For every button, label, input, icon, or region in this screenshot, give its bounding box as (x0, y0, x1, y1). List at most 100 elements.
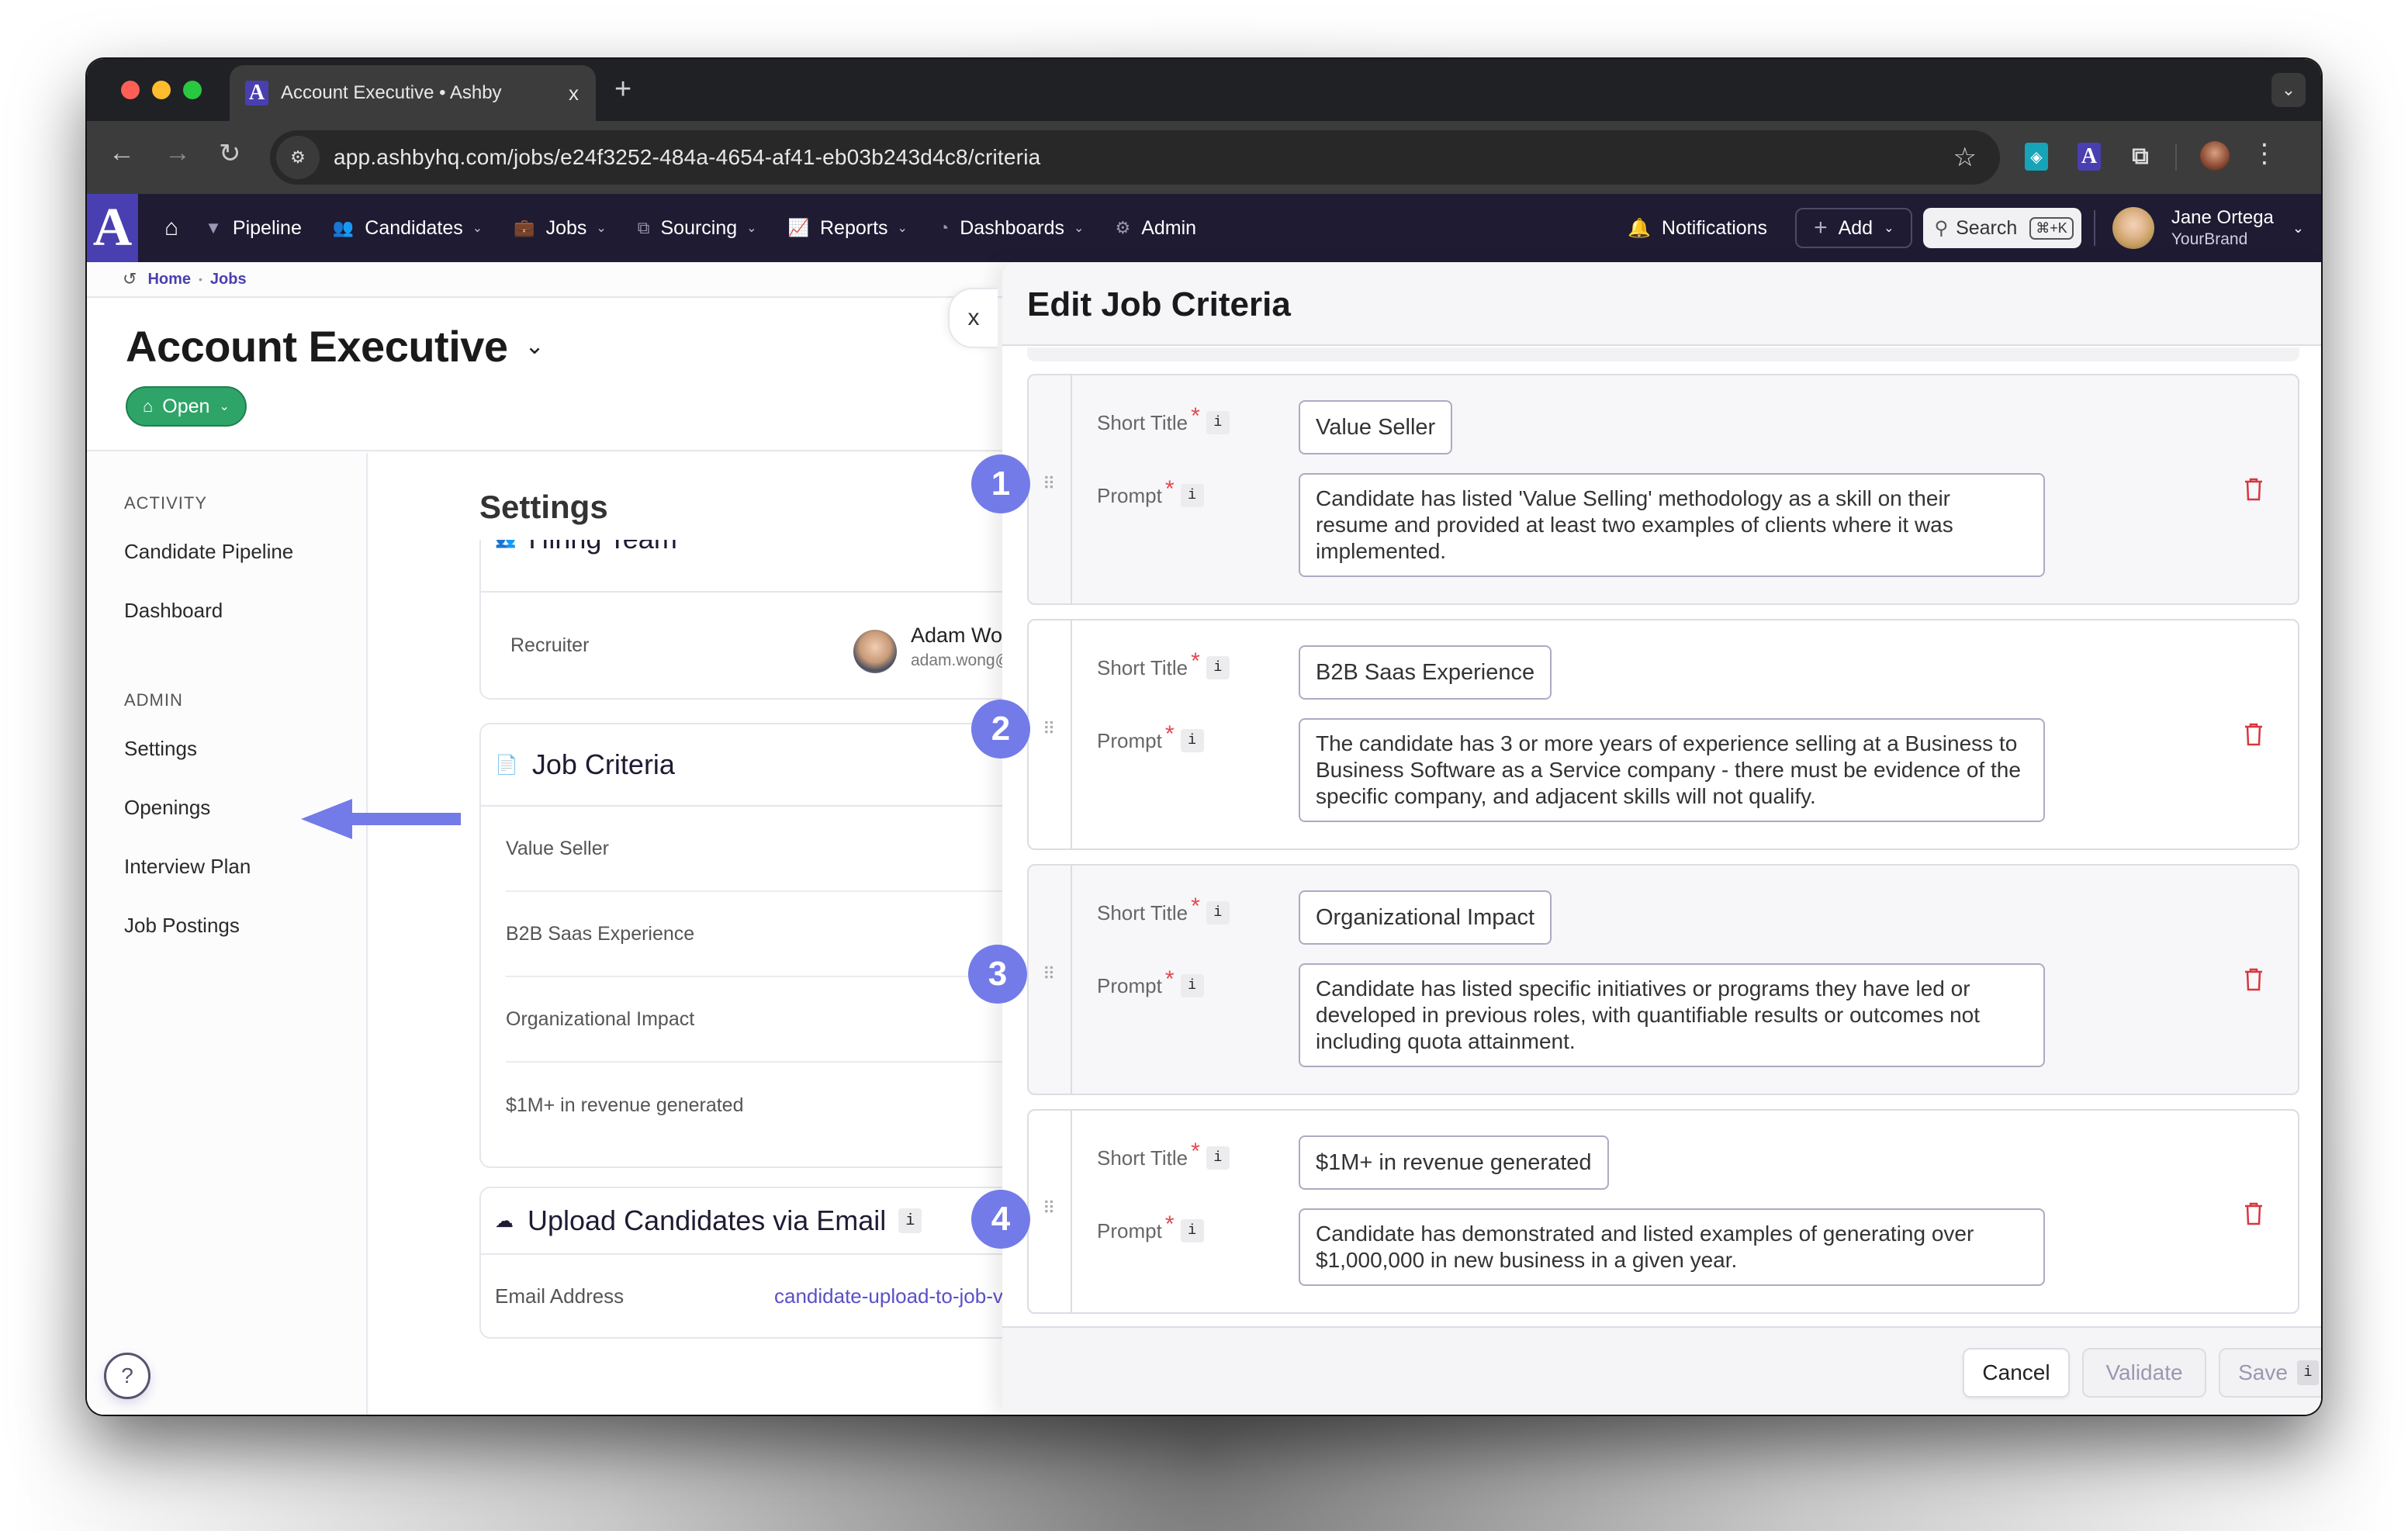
nav-reports[interactable]: 📈 Reports ⌄ (788, 217, 908, 240)
extension-icon[interactable]: ◈ (2025, 143, 2048, 171)
trash-icon[interactable] (2244, 723, 2264, 746)
drag-handle-icon[interactable]: ⠿ (1043, 475, 1058, 492)
drag-handle-icon[interactable]: ⠿ (1043, 1200, 1058, 1217)
sidenav-job-postings[interactable]: Job Postings (124, 914, 240, 938)
browser-profile-avatar[interactable] (2200, 141, 2230, 171)
info-icon[interactable]: i (1180, 484, 1204, 507)
drag-handle-icon[interactable]: ⠿ (1043, 721, 1058, 738)
bell-icon: 🔔 (1628, 217, 1651, 239)
nav-jobs[interactable]: 💼 Jobs ⌄ (514, 217, 607, 240)
ashby-logo[interactable]: A (87, 194, 138, 262)
forward-icon[interactable]: → (164, 138, 191, 168)
browser-menu-icon[interactable]: ⋮ (2251, 138, 2278, 169)
validate-button[interactable]: Validate (2082, 1348, 2206, 1398)
site-info-icon[interactable]: ⚙ (276, 136, 320, 179)
drawer-close-button[interactable]: x (948, 288, 998, 348)
nav-label: Sourcing (660, 216, 738, 239)
nav-pipeline[interactable]: ▼ Pipeline (205, 217, 302, 240)
prompt-textarea[interactable]: Candidate has demonstrated and listed ex… (1299, 1208, 2045, 1286)
status-label: Open (162, 395, 210, 417)
browser-toolbar: ← → ↻ ⚙ app.ashbyhq.com/jobs/e24f3252-48… (87, 121, 2321, 194)
prompt-textarea[interactable]: Candidate has listed specific initiative… (1299, 963, 2045, 1067)
nav-sourcing[interactable]: ⧉ Sourcing ⌄ (638, 217, 757, 240)
door-icon: ⌂ (143, 396, 154, 416)
add-button[interactable]: + Add ⌄ (1795, 208, 1913, 248)
breadcrumb-separator: • (199, 273, 202, 285)
keyboard-shortcut: ⌘+K (2029, 216, 2074, 240)
breadcrumb-home[interactable]: Home (147, 271, 191, 289)
url-text[interactable]: app.ashbyhq.com/jobs/e24f3252-484a-4654-… (334, 145, 1953, 170)
sidenav-settings[interactable]: Settings (124, 737, 197, 761)
criteria-label: B2B Saas Experience (506, 922, 695, 945)
tab-close-icon[interactable]: x (569, 81, 579, 105)
trash-icon[interactable] (2244, 968, 2264, 991)
prompt-textarea[interactable]: The candidate has 3 or more years of exp… (1299, 718, 2045, 822)
short-title-label: Short Title * i (1097, 1139, 1230, 1171)
sidenav-openings[interactable]: Openings (124, 796, 210, 820)
nav-admin[interactable]: ⚙ Admin (1115, 217, 1196, 240)
short-title-input[interactable]: Value Seller (1299, 400, 1453, 454)
new-tab-button[interactable]: + (614, 73, 631, 106)
home-icon[interactable]: ⌂ (164, 215, 178, 241)
chart-icon: 📈 (787, 218, 809, 237)
short-title-input[interactable]: $1M+ in revenue generated (1299, 1135, 1609, 1190)
reload-icon[interactable]: ↻ (219, 138, 241, 169)
tab-bar: A Account Executive • Ashby x + ⌄ (87, 59, 2321, 121)
save-button[interactable]: Save i (2219, 1348, 2321, 1398)
info-icon[interactable]: i (1206, 656, 1230, 679)
prompt-textarea[interactable]: Candidate has listed 'Value Selling' met… (1299, 473, 2045, 577)
notifications-button[interactable]: 🔔 Notifications (1628, 217, 1767, 240)
browser-window: A Account Executive • Ashby x + ⌄ ← → ↻ … (87, 59, 2321, 1415)
user-menu[interactable]: Jane Ortega YourBrand (2171, 207, 2274, 249)
bookmark-star-icon[interactable]: ☆ (1953, 142, 1977, 173)
search-button[interactable]: ⚲ Search ⌘+K (1923, 208, 2081, 248)
short-title-input[interactable]: B2B Saas Experience (1299, 645, 1552, 700)
criteria-label: $1M+ in revenue generated (506, 1094, 744, 1116)
info-icon[interactable]: i (1180, 729, 1204, 752)
drag-column: ⠿ (1029, 1111, 1072, 1312)
chevron-down-icon: ⌄ (596, 222, 607, 235)
notifications-label: Notifications (1661, 216, 1768, 239)
prompt-label: Prompt * i (1097, 476, 1204, 509)
help-button[interactable]: ? (104, 1353, 150, 1399)
nav-candidates[interactable]: 👥 Candidates ⌄ (333, 217, 483, 240)
criteria-label: Organizational Impact (506, 1007, 695, 1030)
criterion-card: ⠿ Short Title * i $1M+ in revenue generate… (1027, 1109, 2299, 1314)
info-icon[interactable]: i (1206, 1146, 1230, 1170)
breadcrumb-jobs[interactable]: Jobs (210, 271, 247, 289)
sidenav-dashboard[interactable]: Dashboard (124, 599, 223, 623)
trash-icon[interactable] (2244, 1202, 2264, 1225)
prompt-label: Prompt * i (1097, 721, 1204, 754)
user-avatar[interactable] (2112, 207, 2154, 249)
job-title-dropdown[interactable]: Account Executive ⌄ (126, 321, 545, 372)
job-status-dropdown[interactable]: ⌂ Open ⌄ (126, 386, 247, 427)
chevron-down-icon: ⌄ (1074, 222, 1085, 235)
address-bar[interactable]: ⚙ app.ashbyhq.com/jobs/e24f3252-484a-465… (270, 130, 2000, 185)
trash-icon[interactable] (2244, 478, 2264, 501)
browser-tab[interactable]: A Account Executive • Ashby x (230, 65, 596, 121)
cancel-button[interactable]: Cancel (1963, 1348, 2070, 1398)
info-icon[interactable]: i (1206, 411, 1230, 434)
section-heading-activity: ACTIVITY (124, 493, 208, 513)
history-icon[interactable]: ↺ (123, 269, 137, 289)
drag-handle-icon[interactable]: ⠿ (1043, 966, 1058, 983)
save-label: Save (2238, 1360, 2288, 1384)
tab-search-button[interactable]: ⌄ (2271, 73, 2306, 107)
minimize-window-button[interactable] (152, 81, 171, 99)
back-icon[interactable]: ← (109, 138, 135, 168)
nav-dashboards[interactable]: ◔ Dashboards ⌄ (939, 217, 1085, 240)
ashby-extension-icon[interactable]: A (2078, 143, 2101, 171)
info-icon[interactable]: i (1180, 974, 1204, 997)
info-icon[interactable]: i (1180, 1219, 1204, 1242)
recruiter-avatar[interactable] (853, 630, 897, 673)
chevron-down-icon[interactable]: ⌄ (2292, 220, 2304, 237)
short-title-input[interactable]: Organizational Impact (1299, 890, 1552, 945)
sidenav-interview-plan[interactable]: Interview Plan (124, 855, 251, 879)
extensions-puzzle-icon[interactable]: ⧉ (2129, 143, 2152, 171)
close-window-button[interactable] (121, 81, 140, 99)
info-icon[interactable]: i (898, 1208, 922, 1233)
sidenav-candidate-pipeline[interactable]: Candidate Pipeline (124, 540, 293, 564)
email-address-label: Email Address (495, 1284, 624, 1308)
maximize-window-button[interactable] (183, 81, 202, 99)
info-icon[interactable]: i (1206, 901, 1230, 924)
